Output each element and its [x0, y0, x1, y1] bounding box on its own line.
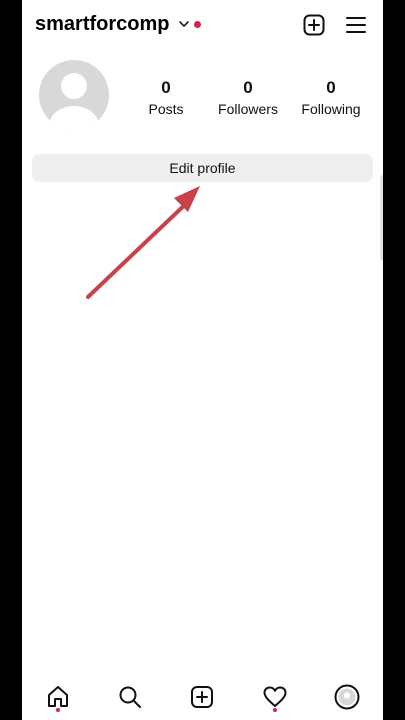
scrollbar[interactable] — [380, 175, 383, 260]
following-label: Following — [301, 101, 361, 117]
new-post-icon[interactable] — [302, 13, 326, 37]
app-screen: smartforcomp 0 Posts 0 Followers 0 Follo… — [22, 0, 383, 720]
followers-stat[interactable]: 0 Followers — [203, 78, 293, 118]
menu-icon[interactable] — [344, 13, 368, 37]
username-title[interactable]: smartforcomp — [35, 13, 169, 36]
edit-profile-button[interactable]: Edit profile — [32, 154, 373, 182]
notification-dot — [194, 21, 201, 28]
followers-count: 0 — [243, 78, 253, 97]
following-stat[interactable]: 0 Following — [286, 78, 376, 118]
profile-icon[interactable] — [334, 684, 360, 710]
activity-icon[interactable] — [262, 684, 288, 710]
home-icon[interactable] — [45, 684, 71, 710]
search-icon[interactable] — [117, 684, 143, 710]
following-count: 0 — [326, 78, 336, 97]
posts-count: 0 — [161, 78, 171, 97]
default-avatar-icon — [49, 73, 99, 130]
posts-label: Posts — [148, 101, 184, 117]
profile-header: smartforcomp — [22, 0, 383, 50]
followers-label: Followers — [218, 101, 278, 117]
activity-notification-dot — [273, 708, 277, 712]
profile-avatar[interactable] — [39, 60, 109, 130]
create-icon[interactable] — [189, 684, 215, 710]
annotation-arrow — [86, 186, 200, 299]
posts-stat[interactable]: 0 Posts — [121, 78, 211, 118]
chevron-down-icon[interactable] — [177, 17, 191, 31]
home-notification-dot — [56, 708, 60, 712]
